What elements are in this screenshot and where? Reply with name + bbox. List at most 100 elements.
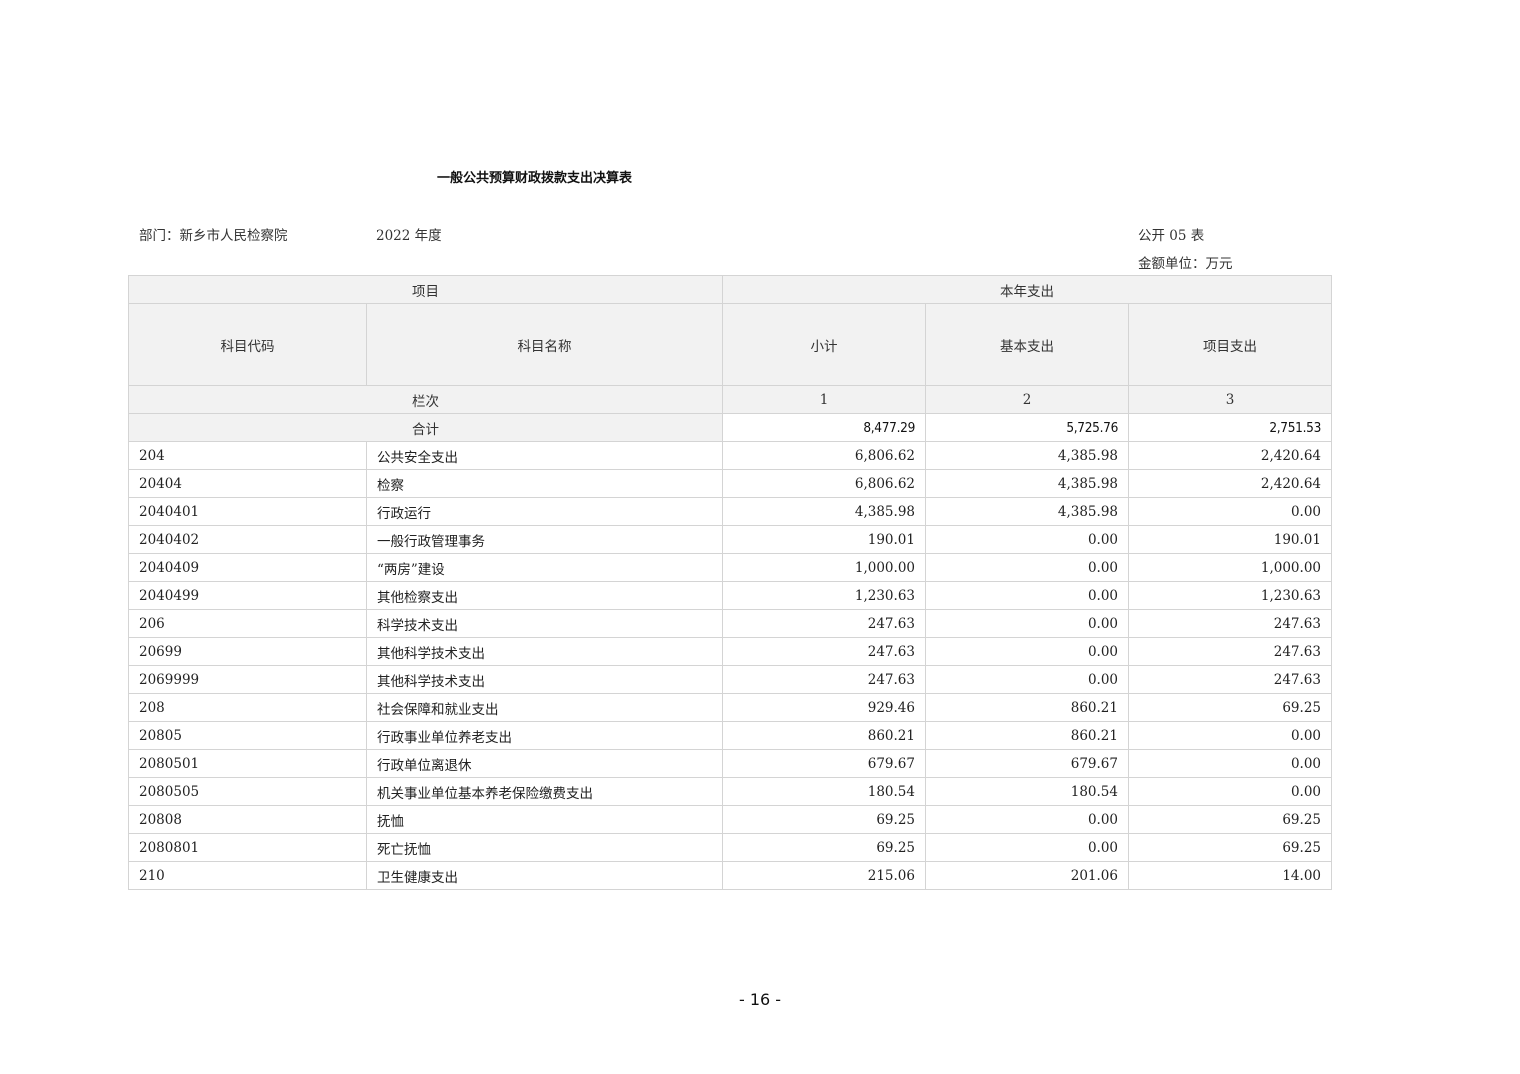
row-subtotal: 1,000.00 [722,553,926,582]
row-name: 社会保障和就业支出 [366,693,723,722]
row-subtotal: 860.21 [722,721,926,750]
row-name: 死亡抚恤 [366,833,723,862]
row-project: 69.25 [1128,833,1332,862]
row-subtotal: 929.46 [722,693,926,722]
row-name: 卫生健康支出 [366,861,723,890]
row-name: 行政单位离退休 [366,749,723,778]
total-row: 合计 8,477.29 5,725.76 2,751.53 [128,413,1332,442]
row-name: “两房”建设 [366,553,723,582]
row-code: 210 [128,861,367,890]
row-basic: 4,385.98 [925,497,1129,526]
header-row-index: 栏次 1 2 3 [128,385,1332,414]
row-code: 20805 [128,721,367,750]
row-basic: 0.00 [925,525,1129,554]
row-basic: 201.06 [925,861,1129,890]
row-subtotal: 247.63 [722,637,926,666]
row-code: 20404 [128,469,367,498]
row-name: 公共安全支出 [366,441,723,470]
total-label: 合计 [128,413,723,442]
header-subtotal: 小计 [722,303,926,386]
table-row: 20808 抚恤 69.25 0.00 69.25 [128,805,1332,834]
row-project: 69.25 [1128,693,1332,722]
table-row: 2080505 机关事业单位基本养老保险缴费支出 180.54 180.54 0.00 [128,777,1332,806]
row-basic: 0.00 [925,581,1129,610]
table-row: 206 科学技术支出 247.63 0.00 247.63 [128,609,1332,638]
row-subtotal: 215.06 [722,861,926,890]
table-row: 208 社会保障和就业支出 929.46 860.21 69.25 [128,693,1332,722]
row-project: 69.25 [1128,805,1332,834]
row-code: 2040409 [128,553,367,582]
row-basic: 0.00 [925,665,1129,694]
row-basic: 4,385.98 [925,469,1129,498]
header-project: 项目 [128,275,723,304]
row-basic: 0.00 [925,805,1129,834]
row-name: 抚恤 [366,805,723,834]
row-code: 2040401 [128,497,367,526]
column-index-2: 2 [925,385,1129,414]
row-subtotal: 4,385.98 [722,497,926,526]
row-subtotal: 69.25 [722,805,926,834]
row-name: 一般行政管理事务 [366,525,723,554]
table-row: 2040499 其他检察支出 1,230.63 0.00 1,230.63 [128,581,1332,610]
row-subtotal: 6,806.62 [722,441,926,470]
row-project: 0.00 [1128,749,1332,778]
total-basic: 5,725.76 [925,413,1129,442]
currency-unit-label: 金额单位：万元 [1138,256,1233,272]
row-code: 208 [128,693,367,722]
row-code: 2040499 [128,581,367,610]
row-basic: 0.00 [925,637,1129,666]
row-name: 科学技术支出 [366,609,723,638]
header-code: 科目代码 [128,303,367,386]
row-subtotal: 6,806.62 [722,469,926,498]
table-row: 2069999 其他科学技术支出 247.63 0.00 247.63 [128,665,1332,694]
row-basic: 180.54 [925,777,1129,806]
table-row: 2040409 “两房”建设 1,000.00 0.00 1,000.00 [128,553,1332,582]
page-number: - 16 - [738,990,782,1009]
row-code: 20699 [128,637,367,666]
row-name: 检察 [366,469,723,498]
row-subtotal: 180.54 [722,777,926,806]
row-project: 0.00 [1128,777,1332,806]
row-project: 247.63 [1128,665,1332,694]
document-title: 一般公共预算财政拨款支出决算表 [437,171,633,186]
table-row: 210 卫生健康支出 215.06 201.06 14.00 [128,861,1332,890]
row-project: 247.63 [1128,609,1332,638]
row-basic: 860.21 [925,721,1129,750]
row-basic: 860.21 [925,693,1129,722]
column-index-1: 1 [722,385,926,414]
row-basic: 0.00 [925,609,1129,638]
table-row: 20805 行政事业单位养老支出 860.21 860.21 0.00 [128,721,1332,750]
table-row: 2080501 行政单位离退休 679.67 679.67 0.00 [128,749,1332,778]
row-name: 其他科学技术支出 [366,637,723,666]
total-project: 2,751.53 [1128,413,1332,442]
header-current-year-expense: 本年支出 [722,275,1332,304]
total-subtotal: 8,477.29 [722,413,926,442]
row-name: 其他检察支出 [366,581,723,610]
row-project: 2,420.64 [1128,469,1332,498]
table-row: 204 公共安全支出 6,806.62 4,385.98 2,420.64 [128,441,1332,470]
row-project: 0.00 [1128,721,1332,750]
table-row: 2040401 行政运行 4,385.98 4,385.98 0.00 [128,497,1332,526]
row-code: 2069999 [128,665,367,694]
row-name: 行政运行 [366,497,723,526]
row-project: 1,000.00 [1128,553,1332,582]
row-project: 0.00 [1128,497,1332,526]
column-index-3: 3 [1128,385,1332,414]
expense-table: 项目 本年支出 科目代码 科目名称 小计 基本支出 项目支出 栏次 1 2 3 … [128,275,1332,890]
row-subtotal: 190.01 [722,525,926,554]
header-basic: 基本支出 [925,303,1129,386]
row-code: 2080501 [128,749,367,778]
row-code: 2080505 [128,777,367,806]
column-index-label: 栏次 [128,385,723,414]
row-subtotal: 247.63 [722,665,926,694]
row-subtotal: 69.25 [722,833,926,862]
table-row: 20699 其他科学技术支出 247.63 0.00 247.63 [128,637,1332,666]
row-project: 1,230.63 [1128,581,1332,610]
row-code: 2080801 [128,833,367,862]
row-project: 190.01 [1128,525,1332,554]
row-name: 机关事业单位基本养老保险缴费支出 [366,777,723,806]
row-basic: 679.67 [925,749,1129,778]
row-basic: 4,385.98 [925,441,1129,470]
row-subtotal: 247.63 [722,609,926,638]
row-code: 206 [128,609,367,638]
